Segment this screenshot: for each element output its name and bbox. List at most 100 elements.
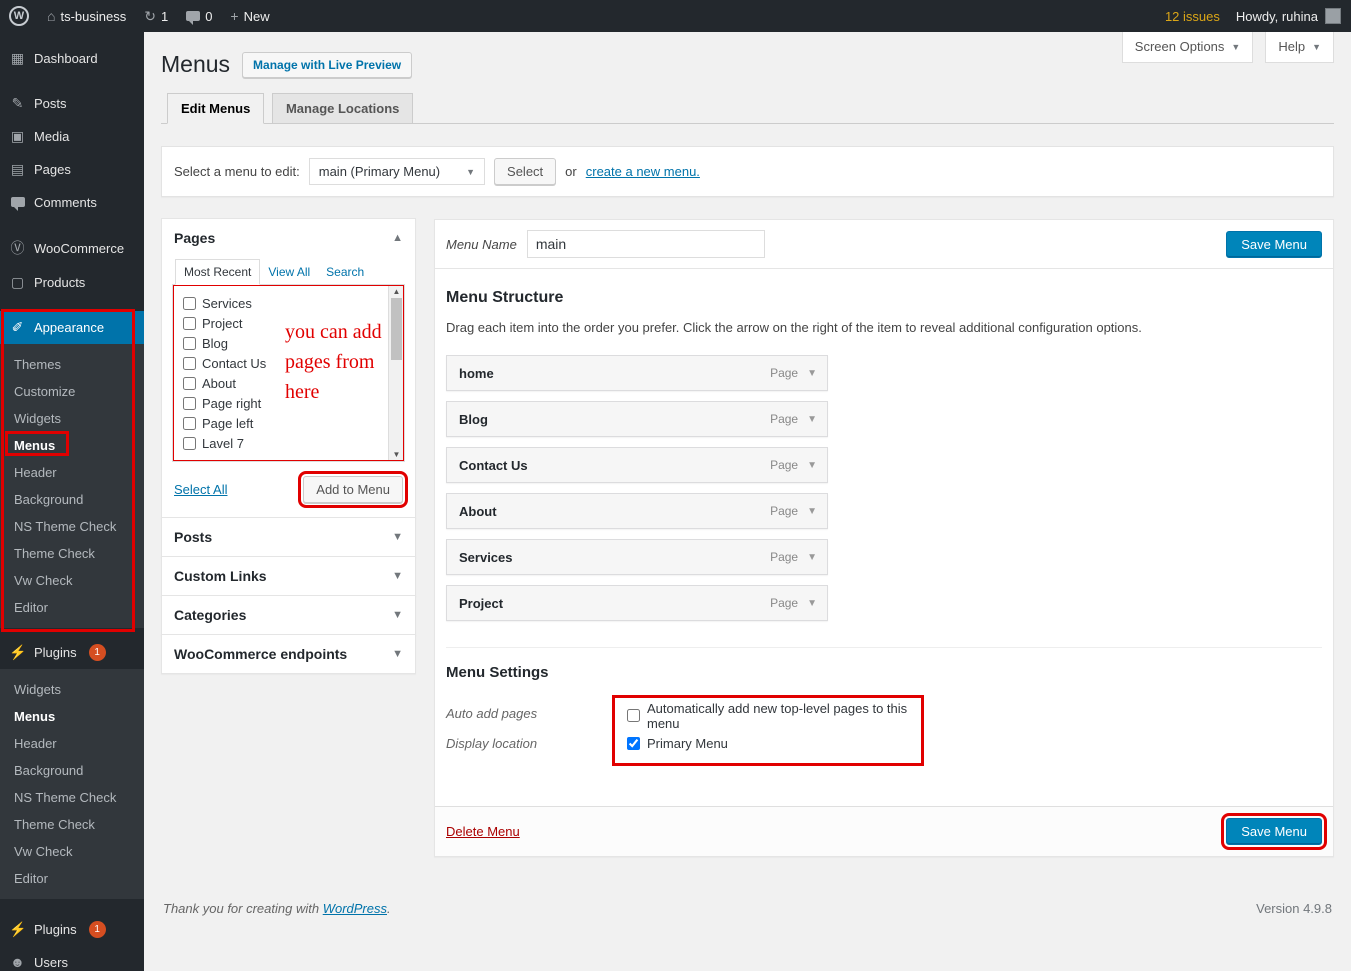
select-button[interactable]: Select: [494, 158, 556, 185]
item-expand-arrow-icon[interactable]: ▼: [807, 414, 817, 425]
submenu-item-menus-2[interactable]: Menus: [0, 703, 144, 730]
sidebar-item-users[interactable]: ☻ Users: [0, 946, 144, 971]
add-to-menu-button[interactable]: Add to Menu: [303, 476, 403, 503]
sidebar-item-plugins[interactable]: ⚡ Plugins 1: [0, 636, 144, 669]
scroll-down-icon[interactable]: ▼: [389, 450, 404, 459]
sidebar-item-appearance[interactable]: ✐ Appearance: [0, 311, 144, 344]
submenu-item-ns-theme-check-2[interactable]: NS Theme Check: [0, 784, 144, 811]
scrollbar[interactable]: ▲ ▼: [388, 285, 404, 461]
tab-edit-menus[interactable]: Edit Menus: [167, 93, 264, 124]
expand-arrow-icon[interactable]: ▼: [392, 570, 403, 582]
sidebar-item-dashboard[interactable]: ▦ Dashboard: [0, 42, 144, 75]
submenu-item-header-2[interactable]: Header: [0, 730, 144, 757]
auto-add-pages-checkbox[interactable]: [627, 709, 640, 722]
page-title: Menus: [161, 51, 230, 78]
custom-links-postbox-header[interactable]: Custom Links ▼: [162, 557, 415, 595]
screen-options-button[interactable]: Screen Options ▼: [1122, 32, 1254, 63]
categories-postbox-header[interactable]: Categories ▼: [162, 596, 415, 634]
submenu-item-customize[interactable]: Customize: [0, 378, 144, 405]
sidebar-item-comments[interactable]: Comments: [0, 186, 144, 218]
pages-postbox-header[interactable]: Pages ▲: [162, 219, 415, 257]
custom-links-postbox: Custom Links ▼: [161, 556, 416, 596]
tab-view-all[interactable]: View All: [260, 260, 318, 284]
submenu-item-editor[interactable]: Editor: [0, 594, 144, 621]
scroll-up-icon[interactable]: ▲: [389, 287, 404, 296]
expand-arrow-icon[interactable]: ▼: [392, 531, 403, 543]
sidebar-item-woocommerce[interactable]: Ⓥ WooCommerce: [0, 230, 144, 266]
item-expand-arrow-icon[interactable]: ▼: [807, 368, 817, 379]
tab-most-recent[interactable]: Most Recent: [175, 259, 260, 285]
save-menu-button-bottom[interactable]: Save Menu: [1226, 818, 1322, 845]
menu-item-services[interactable]: Services Page ▼: [446, 539, 828, 575]
checkbox-page-right[interactable]: [183, 397, 196, 410]
tab-manage-locations[interactable]: Manage Locations: [272, 93, 413, 124]
submenu-item-menus[interactable]: Menus: [0, 432, 144, 459]
wordpress-menu[interactable]: W: [0, 0, 38, 32]
comments-link[interactable]: 0: [177, 0, 221, 32]
submenu-item-themes[interactable]: Themes: [0, 351, 144, 378]
submenu-item-background[interactable]: Background: [0, 486, 144, 513]
sidebar-label-plugins: Plugins: [34, 645, 77, 660]
item-expand-arrow-icon[interactable]: ▼: [807, 460, 817, 471]
checkbox-lavel-7[interactable]: [183, 437, 196, 450]
checkbox-blog[interactable]: [183, 337, 196, 350]
menu-item-contact-us[interactable]: Contact Us Page ▼: [446, 447, 828, 483]
item-expand-arrow-icon[interactable]: ▼: [807, 598, 817, 609]
create-new-menu-link[interactable]: create a new menu.: [586, 164, 700, 179]
media-icon: ▣: [9, 128, 26, 145]
sidebar-item-products[interactable]: ▢ Products: [0, 266, 144, 299]
submenu-item-theme-check[interactable]: Theme Check: [0, 540, 144, 567]
sidebar-item-plugins-2[interactable]: ⚡ Plugins 1: [0, 913, 144, 946]
custom-links-postbox-title: Custom Links: [174, 568, 267, 584]
menu-item-blog[interactable]: Blog Page ▼: [446, 401, 828, 437]
footer-version: Version 4.9.8: [1256, 901, 1332, 916]
site-name-link[interactable]: ⌂ ts-business: [38, 0, 135, 32]
issues-link[interactable]: 12 issues: [1165, 9, 1220, 24]
submenu-item-ns-theme-check[interactable]: NS Theme Check: [0, 513, 144, 540]
checkbox-services[interactable]: [183, 297, 196, 310]
chevron-down-icon: ▼: [1231, 42, 1240, 52]
account-menu[interactable]: Howdy, ruhina: [1236, 8, 1341, 24]
submenu-item-widgets-2[interactable]: Widgets: [0, 676, 144, 703]
menu-item-home[interactable]: home Page ▼: [446, 355, 828, 391]
updates-link[interactable]: ↻ 1: [135, 0, 177, 32]
posts-postbox-header[interactable]: Posts ▼: [162, 518, 415, 556]
submenu-item-vw-check[interactable]: Vw Check: [0, 567, 144, 594]
new-content-link[interactable]: + New: [221, 0, 278, 32]
live-preview-button[interactable]: Manage with Live Preview: [242, 52, 412, 78]
tab-search[interactable]: Search: [318, 260, 372, 284]
updates-count: 1: [161, 9, 168, 24]
menu-select-dropdown[interactable]: main (Primary Menu) ▼: [309, 158, 485, 185]
help-button[interactable]: Help ▼: [1265, 32, 1334, 63]
sidebar-item-media[interactable]: ▣ Media: [0, 120, 144, 153]
submenu-item-theme-check-2[interactable]: Theme Check: [0, 811, 144, 838]
menu-item-about[interactable]: About Page ▼: [446, 493, 828, 529]
save-menu-button-top[interactable]: Save Menu: [1226, 231, 1322, 258]
item-expand-arrow-icon[interactable]: ▼: [807, 506, 817, 517]
checkbox-project[interactable]: [183, 317, 196, 330]
submenu-item-widgets[interactable]: Widgets: [0, 405, 144, 432]
menu-name-input[interactable]: [527, 230, 765, 258]
plugins-badge-2: 1: [89, 921, 106, 938]
submenu-item-background-2[interactable]: Background: [0, 757, 144, 784]
submenu-item-editor-2[interactable]: Editor: [0, 865, 144, 892]
collapse-arrow-icon[interactable]: ▲: [392, 232, 403, 244]
sidebar-item-pages[interactable]: ▤ Pages: [0, 153, 144, 186]
woocommerce-endpoints-postbox-header[interactable]: WooCommerce endpoints ▼: [162, 635, 415, 673]
checkbox-contact-us[interactable]: [183, 357, 196, 370]
checkbox-page-left[interactable]: [183, 417, 196, 430]
new-label: New: [244, 9, 270, 24]
submenu-item-vw-check-2[interactable]: Vw Check: [0, 838, 144, 865]
expand-arrow-icon[interactable]: ▼: [392, 609, 403, 621]
menu-item-project[interactable]: Project Page ▼: [446, 585, 828, 621]
expand-arrow-icon[interactable]: ▼: [392, 648, 403, 660]
scrollbar-thumb[interactable]: [391, 298, 402, 360]
item-expand-arrow-icon[interactable]: ▼: [807, 552, 817, 563]
delete-menu-link[interactable]: Delete Menu: [446, 824, 520, 839]
checkbox-about[interactable]: [183, 377, 196, 390]
select-all-link[interactable]: Select All: [174, 482, 227, 497]
sidebar-item-posts[interactable]: ✎ Posts: [0, 87, 144, 120]
submenu-item-header[interactable]: Header: [0, 459, 144, 486]
primary-menu-checkbox[interactable]: [627, 737, 640, 750]
wordpress-link[interactable]: WordPress: [323, 901, 387, 916]
